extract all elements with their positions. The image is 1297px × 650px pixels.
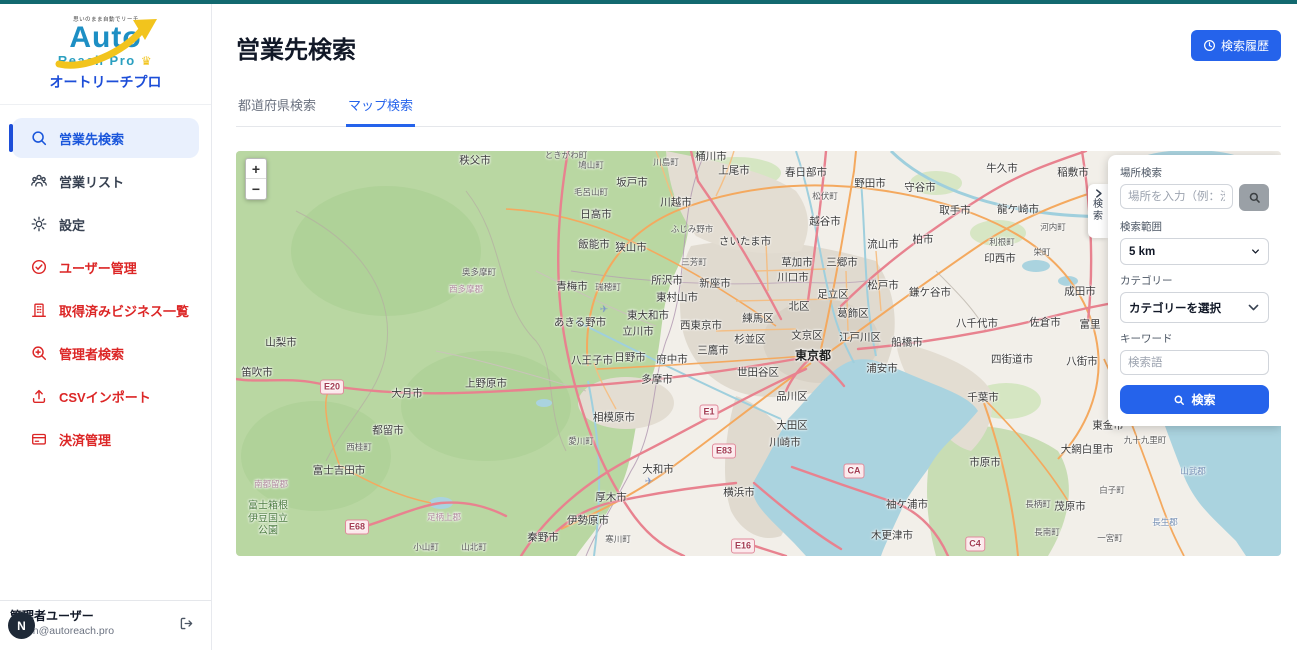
zoom-out-button[interactable]: −: [246, 179, 266, 199]
map-search-button[interactable]: 検索: [1120, 385, 1269, 414]
user-box: 管理者ユーザー admin@autoreach.pro N: [0, 600, 211, 650]
sidebar-item-label: ユーザー管理: [59, 258, 137, 277]
map-search-panel: 場所検索 検索範囲 5 km カテゴリー カテゴリーを選択 キーワード 検: [1108, 155, 1281, 426]
sidebar-item-label: 営業リスト: [59, 172, 124, 191]
radius-label: 検索範囲: [1120, 219, 1269, 234]
map-zoom-control: + −: [245, 158, 267, 200]
category-value: カテゴリーを選択: [1129, 300, 1221, 316]
gear-icon: [30, 215, 48, 233]
credit-card-icon: [30, 430, 48, 448]
location-search-button[interactable]: [1239, 184, 1269, 211]
tab-bar: 都道府県検索 マップ検索: [236, 95, 1281, 127]
sidebar-item-label: 設定: [59, 215, 85, 234]
sidebar-item-label: 管理者検索: [59, 344, 124, 363]
crown-icon: ♛: [141, 54, 153, 68]
search-history-button[interactable]: 検索履歴: [1191, 30, 1281, 61]
logo-reach-text: Reach Pro: [58, 53, 136, 68]
sidebar-item-acquired-business-list[interactable]: 取得済みビジネス一覧: [12, 290, 199, 330]
sidebar: 思いのまま自動でリーチ Auto Reach Pro ♛ オートリーチプロ 営業…: [0, 4, 212, 650]
sidebar-item-label: 営業先検索: [59, 129, 124, 148]
chevron-right-icon: [1093, 188, 1104, 199]
sidebar-nav: 営業先検索 営業リスト 設定 ユーザー管理 取得済みビジネス一覧 管理者検索 C…: [0, 104, 211, 459]
sidebar-item-sales-search[interactable]: 営業先検索: [12, 118, 199, 158]
sidebar-item-settings[interactable]: 設定: [12, 204, 199, 244]
users-icon: [30, 172, 48, 190]
logout-button[interactable]: [178, 615, 195, 635]
panel-collapse-tab[interactable]: 検索: [1088, 184, 1108, 238]
sidebar-item-user-management[interactable]: ユーザー管理: [12, 247, 199, 287]
app-logo: 思いのまま自動でリーチ Auto Reach Pro ♛: [51, 14, 161, 68]
keyword-input[interactable]: [1120, 350, 1269, 375]
sidebar-item-csv-import[interactable]: CSVインポート: [12, 376, 199, 416]
radius-select[interactable]: 5 km: [1120, 238, 1269, 265]
search-history-label: 検索履歴: [1221, 37, 1269, 54]
clock-icon: [1203, 39, 1216, 52]
upload-icon: [30, 387, 48, 405]
tab-map-search[interactable]: マップ検索: [346, 95, 415, 127]
search-icon: [1248, 191, 1261, 204]
collapse-tab-label: 検索: [1092, 199, 1104, 223]
logout-icon: [178, 615, 195, 632]
tab-prefecture-search[interactable]: 都道府県検索: [236, 95, 318, 126]
app-name: オートリーチプロ: [0, 72, 211, 92]
page-header: 営業先検索 検索履歴: [212, 4, 1297, 65]
location-label: 場所検索: [1120, 165, 1269, 180]
sidebar-item-payment-management[interactable]: 決済管理: [12, 419, 199, 459]
logo-auto-text: Auto: [51, 23, 161, 53]
sidebar-item-admin-search[interactable]: 管理者検索: [12, 333, 199, 373]
radius-value: 5 km: [1129, 246, 1155, 258]
chevron-down-icon: [1251, 247, 1260, 256]
avatar: N: [8, 612, 35, 639]
sidebar-item-label: 決済管理: [59, 430, 111, 449]
map-search-button-label: 検索: [1191, 391, 1215, 408]
top-accent-bar: [0, 0, 1297, 4]
building-icon: [30, 301, 48, 319]
keyword-label: キーワード: [1120, 331, 1269, 346]
search-icon: [1173, 394, 1185, 406]
zoom-in-button[interactable]: +: [246, 159, 266, 179]
page-title: 営業先検索: [236, 30, 356, 65]
logo-tagline: 思いのまま自動でリーチ: [55, 14, 156, 22]
sidebar-item-label: 取得済みビジネス一覧: [59, 301, 189, 320]
chevron-down-icon: [1247, 301, 1260, 314]
category-label: カテゴリー: [1120, 273, 1269, 288]
search-icon: [30, 129, 48, 147]
check-circle-icon: [30, 258, 48, 276]
search-plus-icon: [30, 344, 48, 362]
location-input[interactable]: [1120, 184, 1233, 209]
main-content: 営業先検索 検索履歴 都道府県検索 マップ検索: [212, 0, 1297, 556]
category-select[interactable]: カテゴリーを選択: [1120, 292, 1269, 323]
map-canvas[interactable]: 秩父市ときがわ町鳩山町川島町桶川市上尾市坂戸市毛呂山町川越市日高市ふじみ野市さい…: [236, 151, 1281, 556]
sidebar-item-sales-list[interactable]: 営業リスト: [12, 161, 199, 201]
sidebar-item-label: CSVインポート: [59, 387, 151, 406]
